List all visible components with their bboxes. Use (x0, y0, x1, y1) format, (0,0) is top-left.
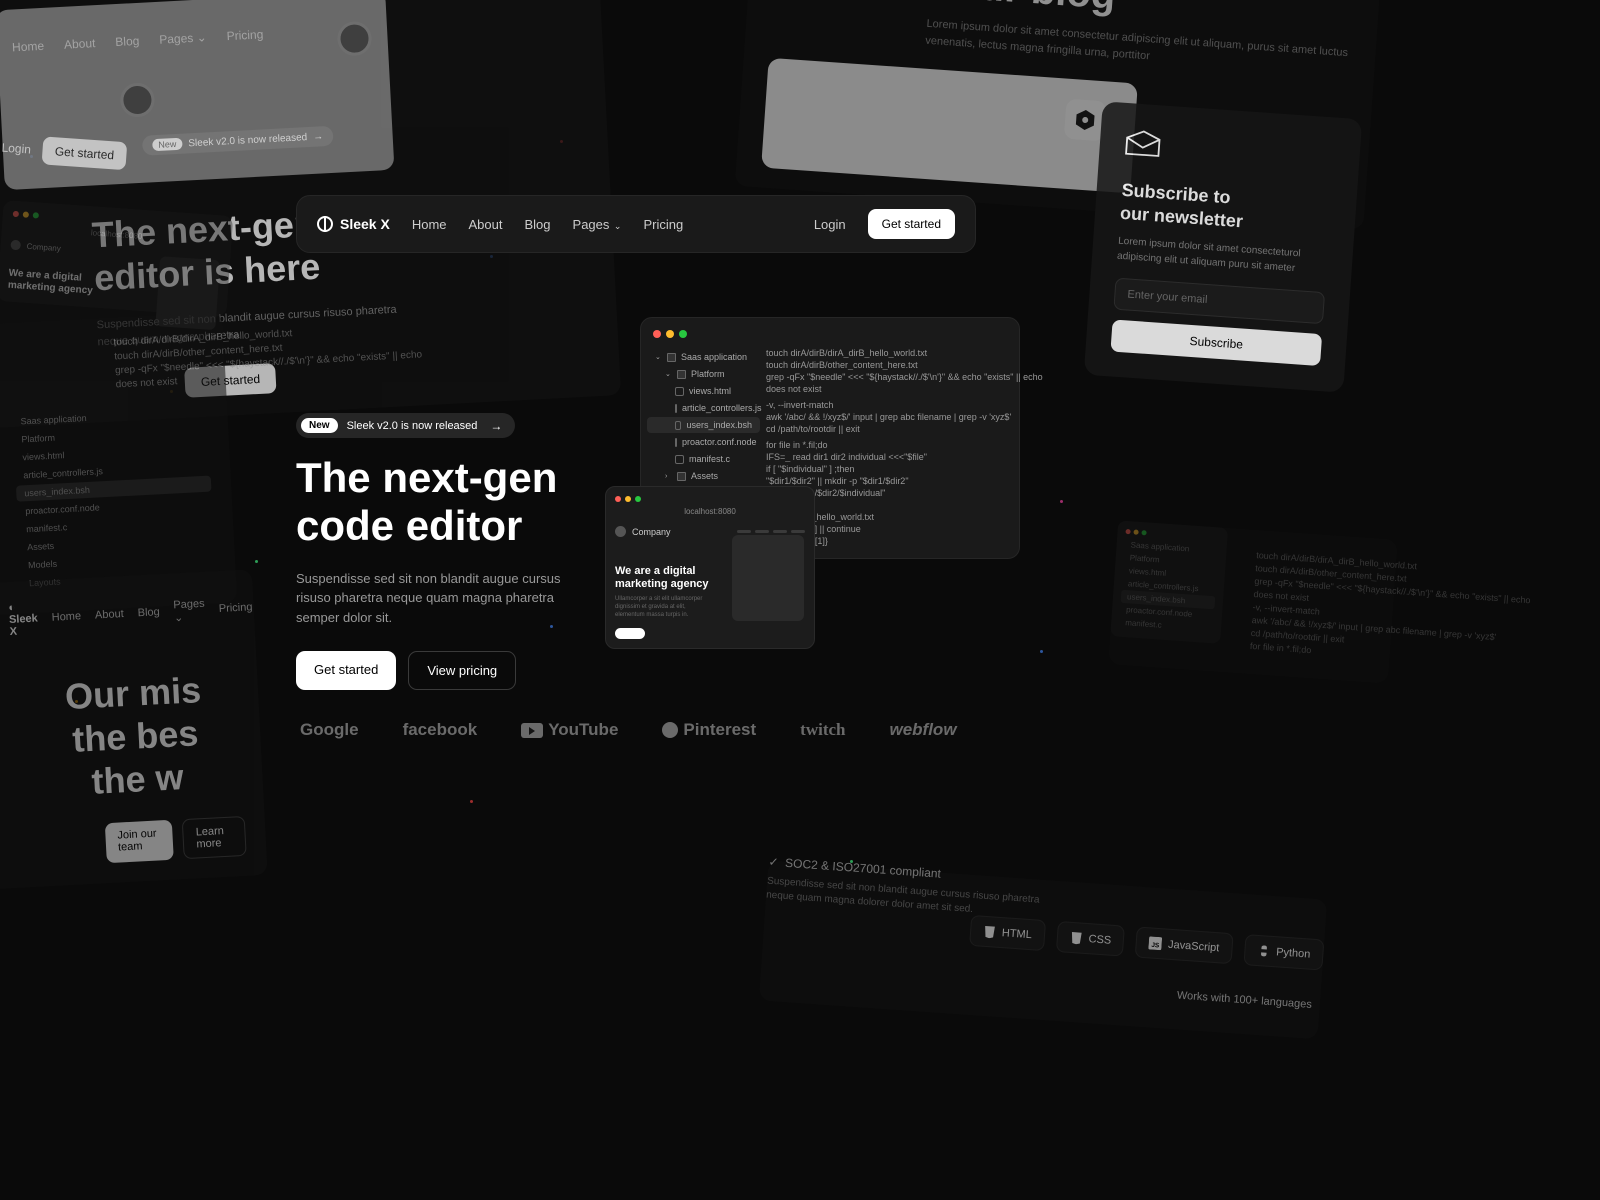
view-pricing-button[interactable]: View pricing (408, 651, 516, 690)
lang-badge-html: HTML (969, 915, 1046, 951)
main-navbar: Sleek X Home About Blog Pages ⌄ Pricing … (296, 195, 976, 253)
logo-twitch: twitch (800, 720, 845, 740)
code-line: does not exist (116, 375, 206, 391)
subscribe-button[interactable]: Subscribe (1110, 319, 1322, 366)
chevron-down-icon: ⌄ (611, 221, 621, 231)
new-badge: New (301, 418, 338, 433)
nav-blog[interactable]: Blog (137, 606, 160, 619)
logo-pinterest: Pinterest (662, 720, 756, 740)
code-line: grep -qFx "$needle" <<< "${haystack//./$… (115, 361, 205, 377)
avatar-icon (10, 240, 21, 251)
blog-card[interactable] (761, 58, 1138, 194)
nav-blog[interactable]: Blog (525, 217, 551, 232)
login-link[interactable]: Login (814, 217, 846, 232)
nav-pricing[interactable]: Pricing (643, 217, 683, 232)
nav-about[interactable]: About (469, 217, 503, 232)
logo-facebook: facebook (403, 720, 478, 740)
lang-badge-js: JSJavaScript (1135, 927, 1233, 965)
partner-logos: Google facebook YouTube Pinterest twitch… (300, 720, 957, 740)
soc-desc: Suspendisse sed sit non blandit augue cu… (766, 875, 1067, 924)
svg-text:JS: JS (1151, 942, 1160, 950)
logo-youtube: YouTube (521, 720, 618, 740)
brand-logo[interactable]: ◐ Sleek X (8, 601, 39, 638)
logo-icon (317, 216, 333, 232)
avatar (337, 21, 373, 57)
pinterest-icon (662, 722, 678, 738)
lang-badge-css: CSS (1056, 921, 1126, 957)
brand-logo[interactable]: Sleek X (317, 216, 390, 232)
logo-webflow: webflow (889, 720, 956, 740)
hero-desc: Suspendisse sed sit non blandit augue cu… (296, 569, 596, 628)
avatar (120, 82, 156, 118)
main-hero-section: Sleek X Home About Blog Pages ⌄ Pricing … (296, 195, 976, 690)
join-team-button[interactable]: Join our team (105, 819, 174, 862)
learn-more-button[interactable]: Learn more (182, 815, 247, 858)
logo-google: Google (300, 720, 359, 740)
code-line: touch dirA/dirB/other_content_here.txt (114, 347, 204, 363)
nav-pages[interactable]: Pages ⌄ (573, 217, 622, 232)
release-pill[interactable]: New Sleek v2.0 is now released → (296, 413, 515, 438)
arrow-right-icon: → (490, 419, 502, 433)
lang-badge-python: Python (1243, 934, 1324, 970)
get-started-button[interactable]: Get started (42, 136, 127, 170)
background-mission-panel: ◐ Sleek X Home About Blog Pages ⌄ Pricin… (0, 569, 268, 896)
get-started-button[interactable]: Get started (868, 209, 955, 239)
email-input[interactable] (1113, 278, 1325, 325)
mission-title: Our misthe besthe w (27, 666, 243, 806)
background-code-panel-right: Saas application Platform views.html art… (1108, 520, 1397, 683)
company-name: Company (26, 241, 61, 252)
image-placeholder (155, 256, 220, 330)
works-with-languages: Works with 100+ languages (1176, 989, 1312, 1010)
nav-home[interactable]: Home (412, 217, 447, 232)
code-line: touch dirA/dirB/dirA_dirB_hello_world.tx… (113, 333, 203, 349)
nav-home[interactable]: Home (51, 610, 81, 624)
envelope-icon (1124, 128, 1162, 158)
nav-pages[interactable]: Pages ⌄ (173, 597, 205, 624)
soc-title: ✓ SOC2 & ISO27001 compliant Suspendisse … (766, 855, 1069, 924)
hero-title: The next-gencode editor (296, 454, 976, 551)
login-link[interactable]: Login (1, 141, 31, 157)
background-feature-panel: ✓ SOC2 & ISO27001 compliant Suspendisse … (759, 861, 1327, 1040)
youtube-icon (521, 723, 543, 738)
background-browser-small: localhost:8080 Company We are a digitalm… (0, 200, 233, 317)
nav-pricing[interactable]: Pricing (219, 601, 253, 615)
get-started-button[interactable]: Get started (296, 651, 396, 690)
nav-about[interactable]: About (95, 608, 124, 621)
